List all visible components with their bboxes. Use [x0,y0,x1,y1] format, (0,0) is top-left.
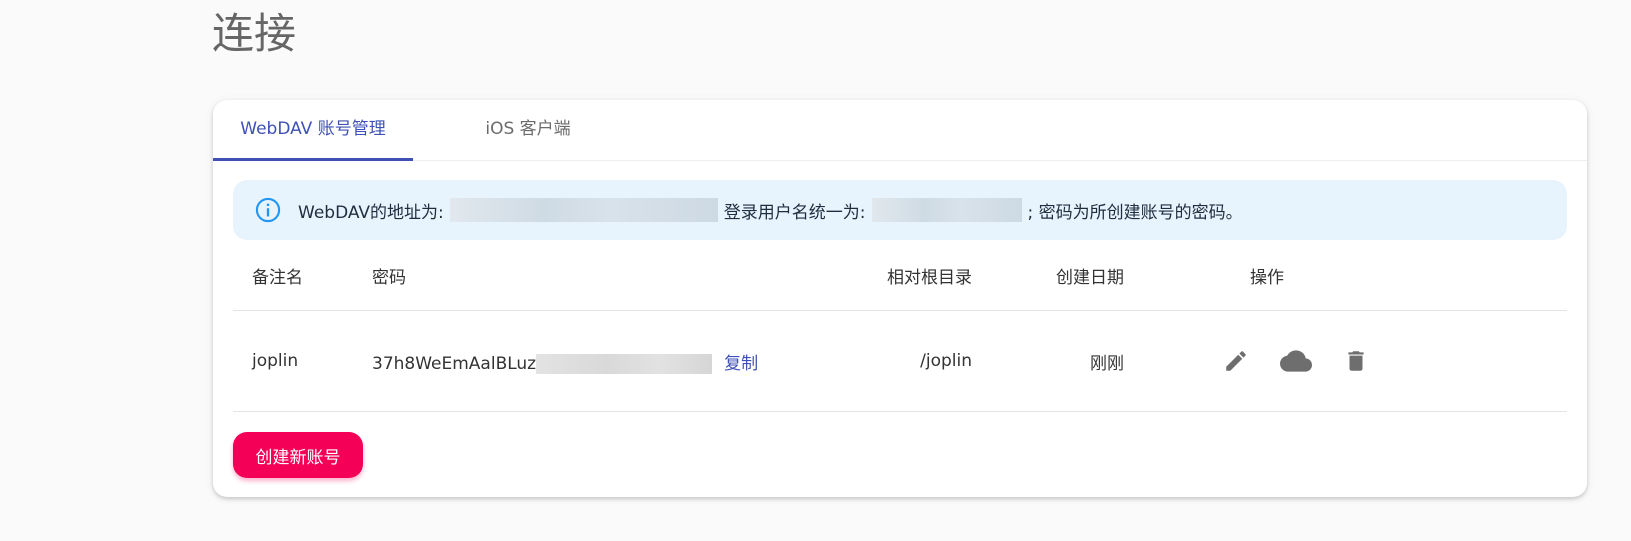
info-alert: WebDAV的地址为: 登录用户名统一为: ; 密码为所创建账号的密码。 [233,180,1567,240]
cloud-button[interactable] [1276,341,1316,381]
header-name: 备注名 [233,240,372,311]
cell-ops [1124,310,1567,412]
edit-icon [1226,351,1246,371]
cell-name: joplin [233,310,372,412]
info-icon [254,196,282,224]
cloud-icon [1280,350,1312,372]
header-date: 创建日期 [972,240,1124,311]
tab-ios-client[interactable]: iOS 客户端 [428,100,628,160]
tab-indicator [213,158,413,161]
redacted-webdav-url [449,198,718,222]
header-password: 密码 [372,240,812,311]
password-text: 37h8WeEmAalBLuz [372,353,537,374]
alert-middle-text: 登录用户名统一为: [723,202,866,223]
copy-password-link[interactable]: 复制 [724,354,758,374]
redacted-password [536,353,713,374]
alert-prefix-text: WebDAV的地址为: [298,202,444,223]
tab-bar: WebDAV 账号管理 iOS 客户端 [213,100,1587,161]
trash-icon [1348,351,1364,371]
tab-webdav-accounts[interactable]: WebDAV 账号管理 [213,100,413,160]
cell-date: 刚刚 [972,310,1124,412]
create-account-button[interactable]: 创建新账号 [233,432,363,478]
connections-card: WebDAV 账号管理 iOS 客户端 WebDAV的地址为: 登录用户名统一为… [213,100,1587,497]
accounts-table: 备注名 密码 相对根目录 创建日期 操作 joplin 37h8WeEmAalB… [233,240,1567,412]
page-title: 连接 [212,9,297,58]
redacted-username [871,198,1022,222]
delete-button[interactable] [1336,341,1376,381]
cell-root: /joplin [812,310,972,412]
table-row: joplin 37h8WeEmAalBLuz 复制 /joplin 刚刚 [233,310,1567,412]
edit-button[interactable] [1216,341,1256,381]
header-root: 相对根目录 [812,240,972,311]
cell-password: 37h8WeEmAalBLuz 复制 [372,310,812,412]
alert-suffix-text: ; 密码为所创建账号的密码。 [1027,202,1243,223]
header-ops: 操作 [1124,240,1567,311]
table-header-row: 备注名 密码 相对根目录 创建日期 操作 [233,240,1567,311]
